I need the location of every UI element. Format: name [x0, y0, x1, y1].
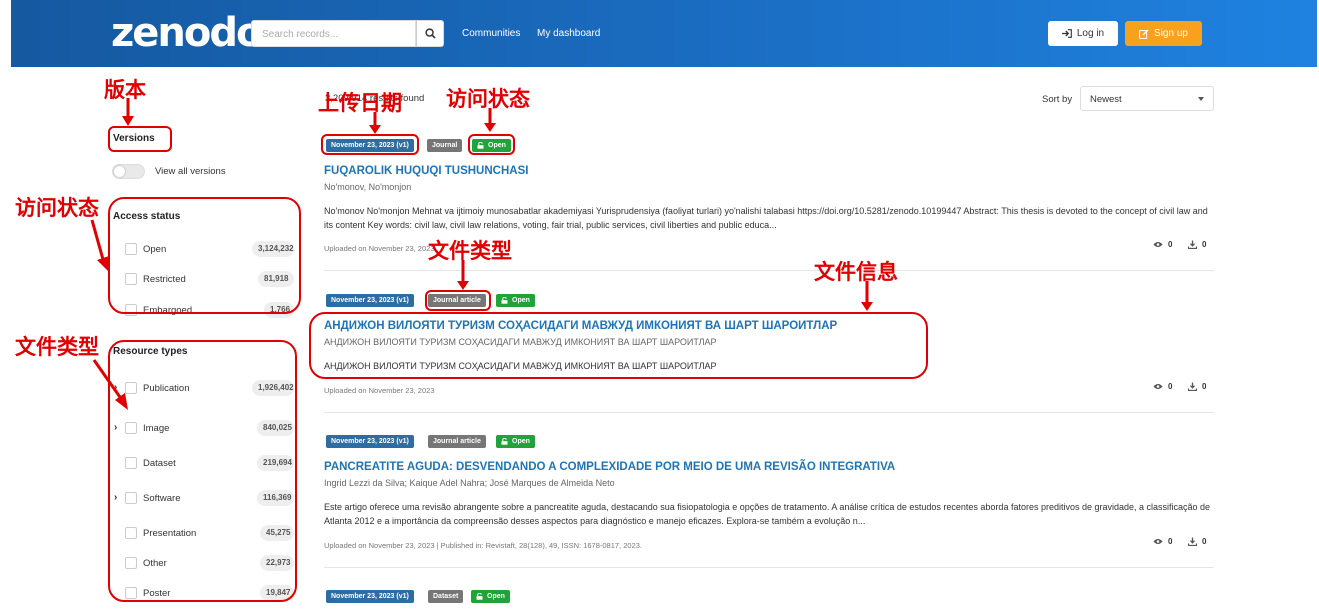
- annotation-arrows: [90, 98, 873, 410]
- page: zenodo Search records... Communities My …: [0, 0, 1319, 616]
